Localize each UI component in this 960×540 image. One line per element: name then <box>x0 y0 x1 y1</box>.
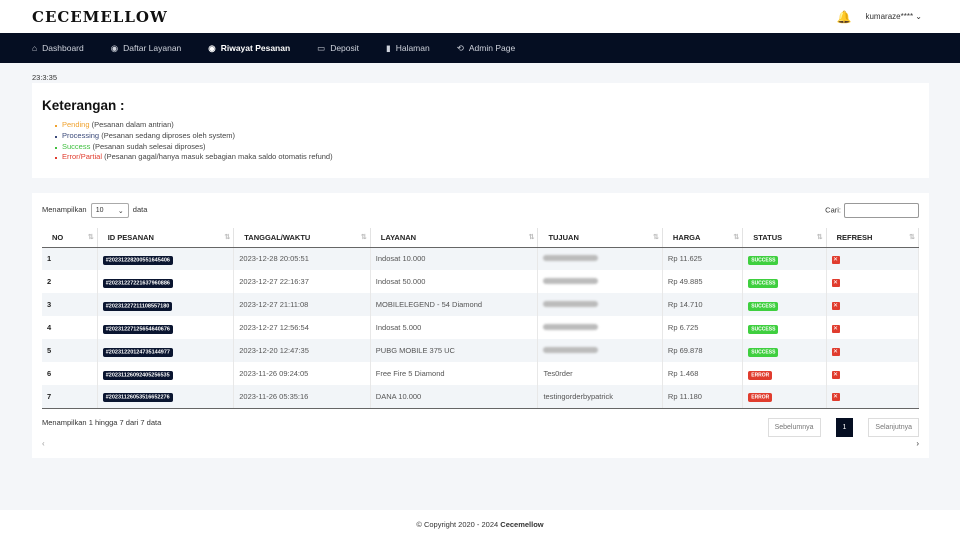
table-row: 1 #20231228200551645406 2023-12-28 20:05… <box>42 247 920 270</box>
order-id-badge: #20231227125654640676 <box>102 324 173 334</box>
order-id-badge: #20231220124735144977 <box>102 347 173 357</box>
redacted-target <box>543 278 599 284</box>
nav-dashboard[interactable]: ⌂ Dashboard <box>32 43 84 53</box>
table-row: 5 #20231220124735144977 2023-12-20 12:47… <box>42 339 920 362</box>
brand-logo[interactable]: CECEMELLOW <box>32 8 168 26</box>
table-row: 4 #20231227125654640676 2023-12-27 12:56… <box>42 316 920 339</box>
status-badge: SUCCESS <box>748 301 779 311</box>
column-header[interactable]: TUJUAN <box>537 228 663 248</box>
legend-item: Processing (Pesanan sedang diproses oleh… <box>42 131 919 142</box>
legend-item: Success (Pesanan sudah selesai diproses) <box>42 142 919 153</box>
table-row: 6 #20231126092405256535 2023-11-26 09:24… <box>42 362 920 385</box>
clock: 23:3:35 <box>32 73 58 82</box>
column-header[interactable]: HARGA <box>662 228 744 248</box>
table-info: Menampilkan 1 hingga 7 dari 7 data <box>42 417 162 427</box>
table-row: 7 #20231126053516652276 2023-11-26 05:35… <box>42 385 920 409</box>
refresh-close-icon[interactable]: ✕ <box>831 324 840 333</box>
refresh-close-icon[interactable]: ✕ <box>831 370 840 379</box>
page-size-select[interactable]: 10 ⌄ <box>90 203 129 218</box>
main-nav: ⌂ Dashboard ◉ Daftar Layanan ◉ Riwayat Pesana… <box>0 33 960 63</box>
status-badge: ERROR <box>748 393 773 403</box>
column-header[interactable]: ID PESANAN <box>97 228 235 248</box>
table-row: 3 #20231227211108557180 2023-12-27 21:11… <box>42 293 920 316</box>
circle-icon: ◉ <box>208 42 216 53</box>
redacted-target <box>543 255 599 262</box>
redacted-target <box>543 347 599 353</box>
refresh-close-icon[interactable]: ✕ <box>831 301 840 310</box>
nav-halaman[interactable]: ▮ Halaman <box>386 43 430 54</box>
refresh-close-icon[interactable]: ✕ <box>831 347 840 356</box>
footer: © Copyright 2020 - 2024 Cecemellow <box>0 510 960 540</box>
refresh-close-icon[interactable]: ✕ <box>831 393 840 402</box>
bell-icon[interactable]: 🔔 <box>837 10 852 24</box>
search-input[interactable] <box>844 203 919 218</box>
table-row: 2 #20231227221637960886 2023-12-27 22:16… <box>42 270 920 293</box>
admin-icon: ⟲ <box>456 42 464 53</box>
next-button[interactable]: Selanjutnya <box>868 417 919 437</box>
nav-admin-page[interactable]: ⟲ Admin Page <box>457 43 515 54</box>
circle-icon: ◉ <box>110 42 119 53</box>
keterangan-card: Keterangan : Pending (Pesanan dalam antr… <box>32 83 929 178</box>
status-badge: ERROR <box>748 370 773 380</box>
refresh-close-icon[interactable]: ✕ <box>831 255 840 264</box>
status-badge: SUCCESS <box>748 278 779 288</box>
file-icon: ▮ <box>386 42 391 53</box>
order-id-badge: #20231126092405256535 <box>102 370 173 380</box>
order-id-badge: #20231126053516652276 <box>102 393 173 403</box>
money-icon: ▭ <box>317 42 326 53</box>
legend-item: Error/Partial (Pesanan gagal/hanya masuk… <box>42 152 919 163</box>
nav-deposit[interactable]: ▭ Deposit <box>317 43 359 54</box>
column-header[interactable]: STATUS <box>742 228 827 248</box>
order-id-badge: #20231227221637960886 <box>102 278 173 288</box>
page-1-button[interactable]: 1 <box>835 417 854 437</box>
user-menu[interactable]: kumaraze**** ⌄ <box>865 12 922 21</box>
horizontal-scrollbar[interactable]: ‹ › <box>42 439 919 448</box>
redacted-target <box>543 324 599 330</box>
order-id-badge: #20231227211108557180 <box>102 301 173 311</box>
top-bar: CECEMELLOW 🔔 kumaraze**** ⌄ <box>0 0 960 33</box>
refresh-close-icon[interactable]: ✕ <box>831 278 840 287</box>
orders-table: NOID PESANANTANGGAL/WAKTULAYANANTUJUANHA… <box>42 228 920 409</box>
column-header[interactable]: LAYANAN <box>370 228 539 248</box>
status-badge: SUCCESS <box>748 347 779 357</box>
column-header[interactable]: TANGGAL/WAKTU <box>233 228 371 248</box>
prev-button[interactable]: Sebelumnya <box>767 417 821 437</box>
keterangan-title: Keterangan : <box>42 98 125 113</box>
orders-card: Menampilkan 10⌄ data Cari: NOID PESANANT… <box>32 193 929 458</box>
order-id-badge: #20231228200551645406 <box>102 255 173 265</box>
nav-daftar-layanan[interactable]: ◉ Daftar Layanan <box>111 43 182 54</box>
status-badge: SUCCESS <box>748 255 779 265</box>
nav-riwayat-pesanan[interactable]: ◉ Riwayat Pesanan <box>208 43 290 54</box>
redacted-target <box>543 301 599 307</box>
legend-item: Pending (Pesanan dalam antrian) <box>42 120 919 131</box>
home-icon: ⌂ <box>32 43 38 53</box>
column-header[interactable]: REFRESH <box>826 228 920 248</box>
column-header[interactable]: NO <box>42 228 98 248</box>
status-badge: SUCCESS <box>748 324 779 334</box>
